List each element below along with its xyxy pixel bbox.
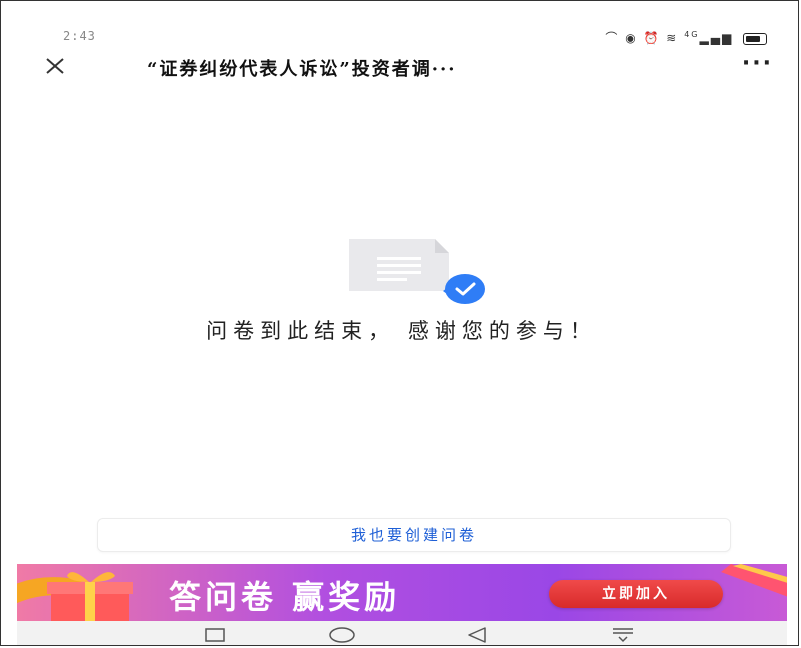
home-icon[interactable] [327, 625, 357, 645]
document-icon [349, 239, 485, 304]
system-nav-bar [17, 621, 787, 645]
more-button[interactable]: ··· [742, 51, 773, 76]
promo-banner[interactable]: 答问卷 赢奖励 立即加入 [17, 564, 787, 621]
ribbon-decoration [721, 564, 787, 597]
status-time: 2:43 [63, 29, 96, 43]
close-button[interactable] [41, 49, 73, 81]
wifi-icon: ≋ [666, 31, 679, 45]
end-message: 问卷到此结束， 感谢您的参与！ [206, 319, 597, 343]
app-frame: 2:43 ⌒ ◉ ⏰ ≋ 4G▂▄▆ “证券纠纷代表人诉讼”投资者调··· ··… [0, 0, 799, 646]
create-survey-button[interactable]: 我也要创建问卷 [97, 518, 731, 552]
join-now-button[interactable]: 立即加入 [549, 580, 723, 608]
title-bar: “证券纠纷代表人诉讼”投资者调··· ··· [17, 47, 787, 87]
gift-icon [17, 572, 133, 621]
check-badge-icon [443, 274, 485, 304]
signal-icon: ▂▄▆ [699, 31, 734, 45]
recent-apps-icon[interactable] [203, 625, 227, 645]
promo-text: 答问卷 赢奖励 [169, 578, 401, 616]
alarm-icon: ⏰ [643, 31, 661, 45]
back-icon[interactable] [465, 625, 489, 645]
eye-icon: ◉ [625, 31, 638, 45]
page-title: “证券纠纷代表人诉讼”投资者调··· [147, 59, 457, 80]
more-icon: ··· [741, 51, 773, 76]
battery-icon [743, 32, 767, 45]
network-label: 4G [684, 30, 700, 39]
close-icon [46, 58, 64, 74]
data-speed-icon: ⌒ [605, 31, 620, 45]
keyboard-hide-icon[interactable] [611, 625, 635, 645]
status-icons: ⌒ ◉ ⏰ ≋ 4G▂▄▆ [605, 29, 767, 46]
status-bar: 2:43 ⌒ ◉ ⏰ ≋ 4G▂▄▆ [17, 25, 787, 47]
